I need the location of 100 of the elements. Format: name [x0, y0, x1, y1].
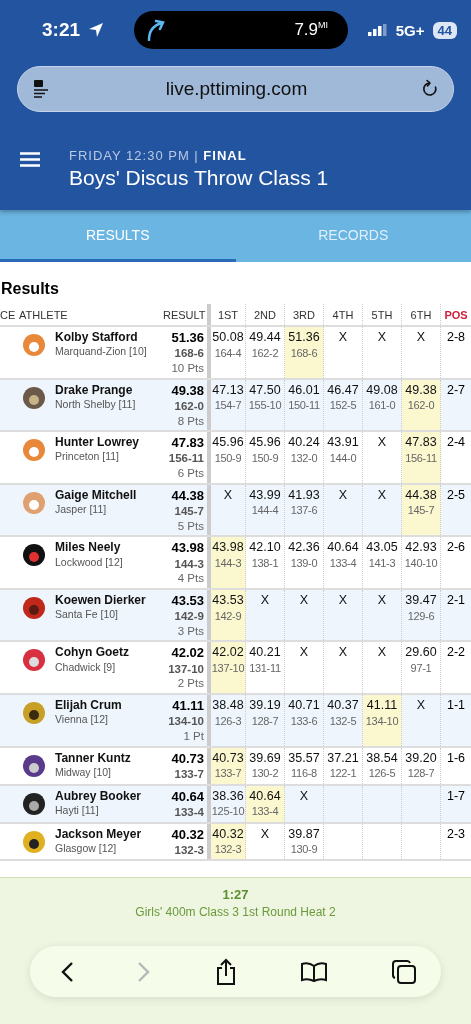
- points-text: 4 Pts: [177, 572, 204, 585]
- attempt-mark: X: [338, 646, 348, 661]
- position-cell-text: 2-1: [445, 591, 467, 609]
- position-cell-text: 2-2: [445, 644, 467, 662]
- attempt-mark: 45.96: [249, 436, 281, 450]
- school-name: Santa Fe [10]: [55, 609, 120, 621]
- tabs-button[interactable]: [391, 958, 417, 985]
- reload-icon[interactable]: [421, 79, 439, 99]
- result-feet: 162-0: [174, 399, 204, 413]
- result-mark: 49.38: [171, 383, 204, 398]
- column-header: 1ST: [207, 304, 246, 325]
- result-mark: 43.98: [171, 541, 204, 556]
- attempt-mark: X: [223, 488, 233, 503]
- attempt-feet: 130-2: [251, 767, 279, 780]
- attempt-feet: 137-6: [290, 504, 318, 517]
- attempt-feet: 131-11: [249, 662, 281, 675]
- attempt-feet: 133-6: [290, 714, 318, 727]
- turn-arrow-icon: [146, 19, 167, 41]
- result-feet: 168-6: [174, 347, 204, 360]
- column-header: 5TH: [363, 304, 402, 325]
- attempt-feet: 154-7: [214, 399, 242, 412]
- menu-icon[interactable]: [20, 152, 40, 167]
- event-status: FRIDAY 12:30 PM | FINAL: [69, 148, 248, 163]
- attempt-feet: 144-4: [251, 504, 279, 517]
- attempt-mark: X: [377, 331, 387, 345]
- attempt-feet: 162-2: [251, 346, 279, 359]
- attempt-mark: X: [260, 593, 270, 608]
- signal-icon: [367, 24, 388, 36]
- attempt-mark: 40.21: [249, 646, 281, 661]
- position-cell-text: 1-6: [445, 749, 467, 767]
- tab[interactable]: RESULTS: [0, 210, 236, 262]
- attempt-mark: 47.13: [212, 383, 244, 398]
- attempt-feet: 97-1: [410, 662, 432, 675]
- column-header: 3RD: [285, 304, 324, 325]
- attempt-mark: 35.57: [288, 751, 320, 766]
- attempt-feet: 132-0: [290, 451, 318, 464]
- attempt-mark: 39.87: [288, 827, 320, 842]
- attempt-feet: 144-3: [214, 557, 242, 570]
- attempt-mark: X: [338, 331, 348, 345]
- attempt-feet: 133-4: [251, 805, 279, 818]
- attempt-feet: 129-6: [407, 609, 435, 622]
- attempt-mark: 42.02: [212, 646, 244, 661]
- attempt-feet: 162-0: [407, 399, 435, 412]
- attempt-feet: 161-0: [368, 399, 396, 412]
- address-bar[interactable]: live.pttiming.com: [17, 66, 454, 112]
- column-header: ATHLETE: [18, 308, 69, 323]
- position-cell-text: 2-5: [445, 486, 467, 504]
- athlete-name: Aubrey Booker: [55, 789, 143, 803]
- share-button[interactable]: [214, 957, 237, 986]
- attempt-mark: 41.11: [366, 699, 398, 713]
- position-cell-text: 2-3: [445, 825, 467, 843]
- tab[interactable]: RECORDS: [235, 210, 471, 262]
- attempt-mark: 50.08: [212, 331, 244, 345]
- attempt-mark: X: [299, 593, 309, 608]
- points-text: 1 Pt: [183, 730, 204, 743]
- school-name: Lockwood [12]: [55, 556, 124, 569]
- attempt-feet: 126-5: [368, 767, 396, 780]
- attempt-feet: 134-10: [365, 714, 399, 727]
- section-title: Results: [0, 280, 60, 298]
- attempt-mark: 38.54: [366, 751, 398, 766]
- attempt-mark: X: [377, 436, 387, 450]
- distance-text: 7.9$^{MI}$: [294, 20, 329, 40]
- attempt-mark: 40.64: [327, 541, 359, 556]
- result-feet: 144-3: [174, 557, 204, 571]
- attempt-feet: 126-3: [214, 714, 242, 727]
- attempt-mark: 47.83: [405, 436, 437, 450]
- school-name: Glasgow [12]: [55, 842, 118, 855]
- attempt-feet: 155-10: [248, 399, 282, 412]
- position-cell-text: 2-6: [445, 539, 467, 557]
- attempt-mark: X: [377, 593, 387, 608]
- athlete-name: Hunter Lowrey: [55, 436, 140, 450]
- position-cell-text: 1-1: [445, 697, 467, 715]
- column-header: CE: [0, 308, 16, 323]
- attempt-mark: 39.69: [249, 751, 281, 766]
- attempt-feet: 122-1: [329, 767, 357, 780]
- attempt-mark: X: [338, 593, 348, 608]
- attempt-mark: X: [377, 646, 387, 661]
- attempt-feet: 152-5: [329, 399, 357, 412]
- points-text: 5 Pts: [177, 519, 204, 533]
- attempt-mark: 39.47: [405, 593, 437, 608]
- result-feet: 156-11: [168, 452, 204, 466]
- result-feet: 145-7: [174, 505, 204, 518]
- result-feet: 132-3: [174, 843, 204, 857]
- athlete-name: Drake Prange: [55, 383, 134, 397]
- bookmarks-button[interactable]: [299, 960, 328, 983]
- school-name: Marquand-Zion [10]: [55, 346, 148, 358]
- attempt-mark: X: [416, 699, 426, 713]
- athlete-name: Tanner Kuntz: [55, 751, 132, 765]
- school-name: Vienna [12]: [55, 714, 109, 726]
- attempt-feet: 130-9: [290, 843, 318, 856]
- athlete-name: Kolby Stafford: [55, 331, 139, 345]
- result-mark: 41.11: [172, 699, 204, 714]
- attempt-feet: 128-7: [407, 767, 435, 780]
- attempt-feet: 168-6: [290, 346, 318, 359]
- attempt-mark: X: [260, 827, 270, 842]
- attempt-mark: 37.21: [327, 751, 359, 766]
- back-button[interactable]: [60, 960, 74, 983]
- attempt-feet: 128-7: [251, 714, 279, 727]
- athlete-name: Miles Neely: [55, 541, 122, 555]
- attempt-feet: 142-9: [214, 609, 242, 622]
